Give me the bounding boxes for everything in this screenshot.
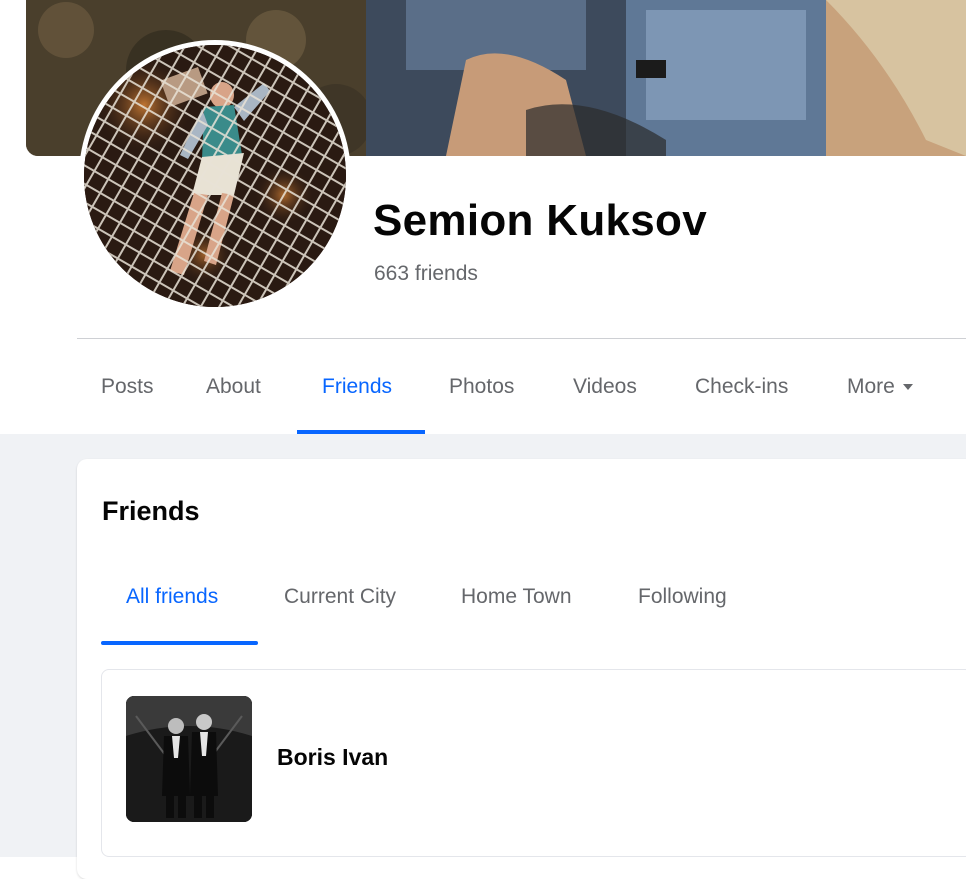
header-divider [77, 338, 966, 339]
profile-avatar[interactable] [84, 45, 346, 307]
profile-avatar-image [84, 45, 346, 307]
subtab-all-friends[interactable]: All friends [126, 585, 218, 609]
tab-photos[interactable]: Photos [449, 340, 514, 434]
friend-count-link[interactable]: 663 friends [374, 262, 478, 286]
friend-avatar[interactable] [126, 696, 252, 822]
tab-posts[interactable]: Posts [101, 340, 154, 434]
friend-avatar-image [126, 696, 252, 822]
tab-more-label: More [847, 375, 895, 398]
subtab-current-city[interactable]: Current City [284, 585, 396, 609]
active-subtab-indicator [101, 641, 258, 645]
subtab-home-town[interactable]: Home Town [461, 585, 572, 609]
tab-videos[interactable]: Videos [573, 340, 637, 434]
profile-name: Semion Kuksov [373, 196, 707, 245]
tab-more[interactable]: More [847, 340, 913, 434]
tab-friends[interactable]: Friends [322, 340, 392, 434]
profile-tabs: Posts About Friends Photos Videos Check-… [0, 340, 966, 434]
tab-about[interactable]: About [206, 340, 261, 434]
caret-down-icon [902, 384, 913, 391]
friend-name-link[interactable]: Boris Ivan [277, 744, 388, 771]
friends-section-title: Friends [102, 496, 200, 526]
subtab-following[interactable]: Following [638, 585, 727, 609]
tab-check-ins[interactable]: Check-ins [695, 340, 788, 434]
